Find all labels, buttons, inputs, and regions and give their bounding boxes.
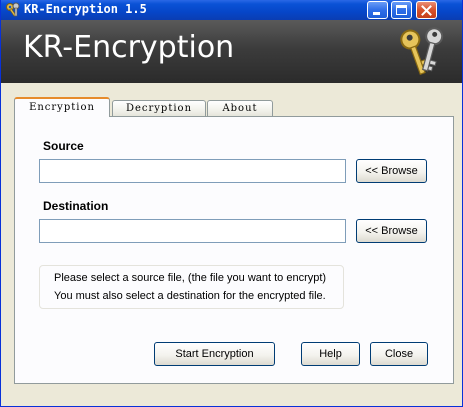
close-icon xyxy=(421,5,432,16)
minimize-icon xyxy=(373,12,380,15)
info-text-line: You must also select a destination for t… xyxy=(54,290,326,302)
source-field[interactable] xyxy=(39,159,346,183)
close-button[interactable]: Close xyxy=(370,342,428,366)
header-banner: KR-Encryption xyxy=(1,20,462,83)
app-window: KR-Encryption 1.5 KR-Encryption Encrypti… xyxy=(0,0,463,407)
encryption-panel: Source << Browse Destination << Browse P… xyxy=(14,116,454,384)
title-bar[interactable]: KR-Encryption 1.5 xyxy=(1,0,462,20)
start-encryption-button[interactable]: Start Encryption xyxy=(154,342,275,366)
destination-field[interactable] xyxy=(39,219,346,243)
help-button[interactable]: Help xyxy=(301,342,360,366)
browse-source-button[interactable]: << Browse xyxy=(356,159,427,183)
tab-encryption[interactable]: Encryption xyxy=(14,97,110,117)
banner-title: KR-Encryption xyxy=(23,30,235,65)
keys-icon xyxy=(5,2,21,18)
source-label: Source xyxy=(43,139,84,153)
info-text-line: Please select a source file, (the file y… xyxy=(54,272,327,284)
tab-about[interactable]: About xyxy=(207,100,273,117)
window-title: KR-Encryption 1.5 xyxy=(24,2,147,16)
maximize-button[interactable] xyxy=(391,1,412,19)
minimize-button[interactable] xyxy=(367,1,388,19)
keys-icon xyxy=(397,24,447,80)
destination-label: Destination xyxy=(43,199,109,213)
info-box: Please select a source file, (the file y… xyxy=(39,265,344,309)
tab-decryption[interactable]: Decryption xyxy=(112,100,206,117)
maximize-icon xyxy=(396,5,407,15)
browse-destination-button[interactable]: << Browse xyxy=(356,219,427,243)
close-window-button[interactable] xyxy=(416,1,437,19)
